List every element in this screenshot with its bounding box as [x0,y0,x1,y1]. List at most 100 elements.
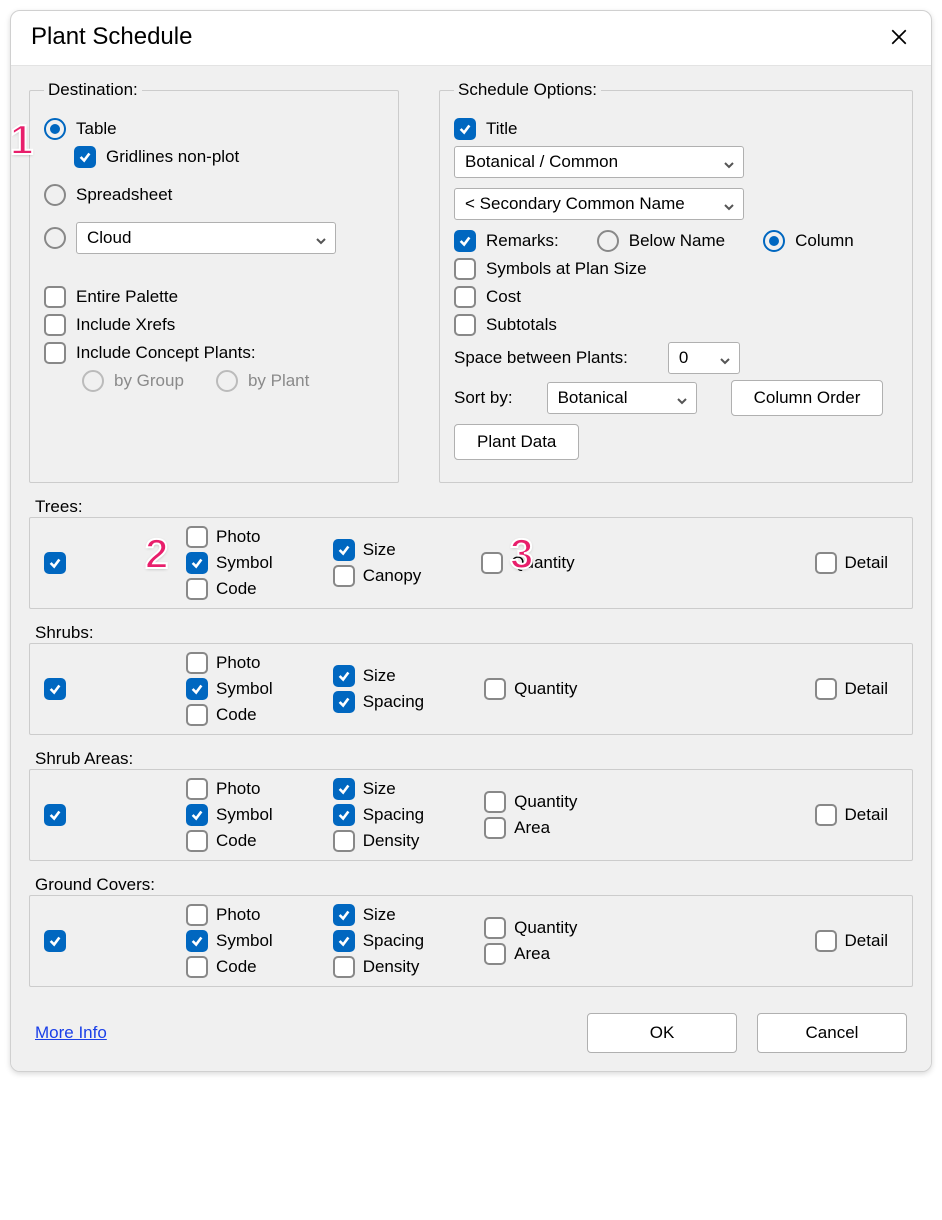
annotation-2: 2 [145,530,168,578]
title-checkbox-label: Title [486,119,518,139]
remarks-column-label: Column [795,231,854,251]
trees-detail-checkbox[interactable] [815,552,837,574]
dialog-title: Plant Schedule [31,23,192,51]
sort-by-select[interactable]: Botanical [547,382,697,414]
title-checkbox[interactable] [454,118,476,140]
secondary-name-value: < Secondary Common Name [465,194,685,214]
destination-table-radio[interactable] [44,118,66,140]
gridlines-checkbox[interactable] [74,146,96,168]
shrubs-spacing-checkbox[interactable] [333,691,355,713]
subtotals-checkbox[interactable] [454,314,476,336]
trees-group: 2 3 Photo Symbol Code Size Canopy Quanti… [29,517,913,609]
cost-label: Cost [486,287,521,307]
space-between-select[interactable]: 0 [668,342,740,374]
remarks-label: Remarks: [486,231,559,251]
trees-size-checkbox[interactable] [333,539,355,561]
gridlines-label: Gridlines non-plot [106,147,239,167]
close-button[interactable] [885,23,913,51]
entire-palette-label: Entire Palette [76,287,178,307]
shrub-areas-size-checkbox[interactable] [333,778,355,800]
shrubs-photo-checkbox[interactable] [186,652,208,674]
schedule-options-group: Schedule Options: Title Botanical / Comm… [439,80,913,483]
chevron-down-icon [719,352,731,364]
destination-group: Destination: 1 Table Gridlines non-plot … [29,80,399,483]
shrub-areas-spacing-checkbox[interactable] [333,804,355,826]
ground-covers-size-checkbox[interactable] [333,904,355,926]
shrub-areas-group: Photo Symbol Code Size Spacing Density Q… [29,769,913,861]
trees-code-checkbox[interactable] [186,578,208,600]
shrub-areas-symbol-checkbox[interactable] [186,804,208,826]
more-info-link[interactable]: More Info [35,1023,107,1043]
shrub-areas-code-checkbox[interactable] [186,830,208,852]
trees-symbol-checkbox[interactable] [186,552,208,574]
cloud-select[interactable]: Cloud [76,222,336,254]
symbols-plan-checkbox[interactable] [454,258,476,280]
close-icon [890,28,908,46]
destination-table-label: Table [76,119,117,139]
shrub-areas-title: Shrub Areas: [35,749,913,769]
ground-covers-enable-checkbox[interactable] [44,930,66,952]
shrub-areas-detail-checkbox[interactable] [815,804,837,826]
name-style-select[interactable]: Botanical / Common [454,146,744,178]
symbols-plan-label: Symbols at Plan Size [486,259,647,279]
trees-title: Trees: [35,497,913,517]
space-between-label: Space between Plants: [454,348,628,368]
shrubs-code-checkbox[interactable] [186,704,208,726]
ground-covers-photo-checkbox[interactable] [186,904,208,926]
destination-spreadsheet-radio[interactable] [44,184,66,206]
trees-enable-checkbox[interactable] [44,552,66,574]
schedule-options-legend: Schedule Options: [454,80,601,100]
destination-spreadsheet-label: Spreadsheet [76,185,172,205]
cost-checkbox[interactable] [454,286,476,308]
space-between-value: 0 [679,348,688,368]
remarks-checkbox[interactable] [454,230,476,252]
chevron-down-icon [723,198,735,210]
entire-palette-checkbox[interactable] [44,286,66,308]
shrubs-detail-checkbox[interactable] [815,678,837,700]
ground-covers-group: Photo Symbol Code Size Spacing Density Q… [29,895,913,987]
chevron-down-icon [315,232,327,244]
content-area: Destination: 1 Table Gridlines non-plot … [11,66,931,1071]
shrub-areas-enable-checkbox[interactable] [44,804,66,826]
shrubs-quantity-checkbox[interactable] [484,678,506,700]
destination-cloud-radio[interactable] [44,227,66,249]
shrub-areas-quantity-checkbox[interactable] [484,791,506,813]
ground-covers-code-checkbox[interactable] [186,956,208,978]
chevron-down-icon [676,392,688,404]
cancel-button[interactable]: Cancel [757,1013,907,1053]
trees-photo-checkbox[interactable] [186,526,208,548]
shrubs-size-checkbox[interactable] [333,665,355,687]
include-xrefs-checkbox[interactable] [44,314,66,336]
shrubs-enable-checkbox[interactable] [44,678,66,700]
trees-canopy-checkbox[interactable] [333,565,355,587]
ground-covers-spacing-checkbox[interactable] [333,930,355,952]
annotation-1: 1 [10,116,33,164]
ground-covers-title: Ground Covers: [35,875,913,895]
plant-schedule-dialog: Plant Schedule Destination: 1 Table Grid… [10,10,932,1072]
shrub-areas-area-checkbox[interactable] [484,817,506,839]
include-concept-checkbox[interactable] [44,342,66,364]
ground-covers-density-checkbox[interactable] [333,956,355,978]
cloud-select-value: Cloud [87,228,131,248]
ground-covers-quantity-checkbox[interactable] [484,917,506,939]
ground-covers-detail-checkbox[interactable] [815,930,837,952]
shrub-areas-photo-checkbox[interactable] [186,778,208,800]
shrubs-symbol-checkbox[interactable] [186,678,208,700]
plant-data-button[interactable]: Plant Data [454,424,579,460]
shrub-areas-density-checkbox[interactable] [333,830,355,852]
include-xrefs-label: Include Xrefs [76,315,175,335]
secondary-name-select[interactable]: < Secondary Common Name [454,188,744,220]
ground-covers-area-checkbox[interactable] [484,943,506,965]
titlebar: Plant Schedule [11,11,931,66]
concept-by-group-radio [82,370,104,392]
ground-covers-symbol-checkbox[interactable] [186,930,208,952]
subtotals-label: Subtotals [486,315,557,335]
concept-by-group-label: by Group [114,371,184,391]
trees-quantity-checkbox[interactable] [481,552,503,574]
column-order-button[interactable]: Column Order [731,380,884,416]
concept-by-plant-label: by Plant [248,371,309,391]
ok-button[interactable]: OK [587,1013,737,1053]
remarks-below-name-radio[interactable] [597,230,619,252]
sort-by-value: Botanical [558,388,628,408]
remarks-column-radio[interactable] [763,230,785,252]
